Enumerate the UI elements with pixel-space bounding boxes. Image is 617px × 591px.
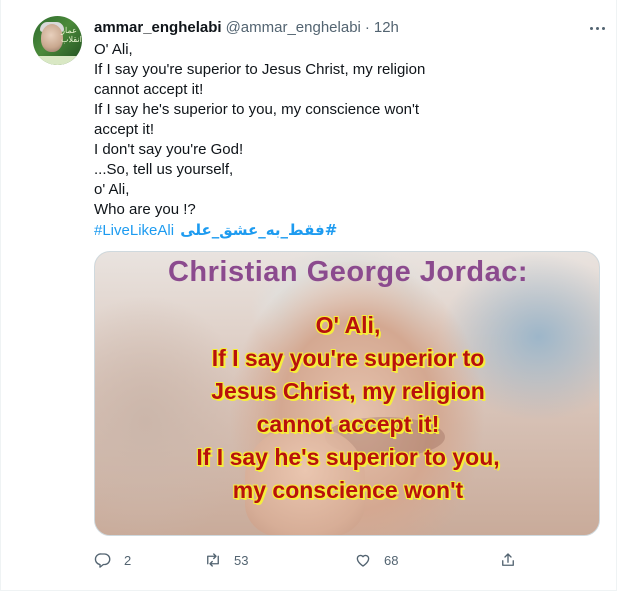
tweet-text: O' Ali, If I say you're superior to Jesu…	[94, 40, 434, 241]
image-title: Christian George Jordac:	[167, 256, 529, 288]
reply-count: 2	[124, 552, 132, 568]
tweet-line: I don't say you're God!	[94, 141, 244, 158]
image-quote-line: If I say he's superior to you,	[196, 444, 500, 470]
like-icon	[356, 554, 370, 567]
image-quote-line: my conscience won't	[232, 477, 464, 503]
image-quote-line: If I say you're superior to	[211, 345, 485, 371]
image-quote-line: Jesus Christ, my religion	[211, 378, 485, 404]
retweet-icon	[207, 553, 219, 567]
tweet-line: If I say you're superior to Jesus Christ…	[94, 61, 426, 78]
reply-icon	[94, 553, 111, 568]
tweet-line: o' Ali,	[94, 181, 130, 198]
tweet-line: If I say he's superior to you, my consci…	[94, 101, 420, 118]
more-icon[interactable]	[587, 18, 607, 38]
retweet-button[interactable]: 53	[204, 550, 248, 570]
share-icon	[502, 553, 514, 566]
tweet-line: cannot accept it!	[94, 81, 204, 98]
image-quote-line: cannot accept it!	[256, 411, 440, 437]
user-handle[interactable]: @ammar_enghelabi	[226, 19, 361, 36]
avatar-band	[33, 56, 82, 65]
action-bar: 2 53 68	[94, 546, 534, 574]
avatar-caption: عمار انقلاب	[61, 26, 82, 44]
avatar[interactable]: عمار انقلاب	[33, 16, 82, 65]
tweet-image[interactable]: Christian George Jordac: O' Ali, If I sa…	[94, 251, 600, 536]
display-name[interactable]: ammar_enghelabi	[94, 19, 222, 36]
reply-button[interactable]: 2	[94, 550, 131, 570]
retweet-count: 53	[234, 552, 249, 568]
tweet-line: accept it!	[94, 121, 155, 138]
image-quote: O' Ali, If I say you're superior to Jesu…	[95, 309, 599, 507]
avatar-face	[41, 24, 63, 52]
like-count: 68	[384, 552, 399, 568]
tweet-header: ammar_enghelabi @ammar_enghelabi · 12h	[94, 17, 399, 37]
image-quote-line: O' Ali,	[315, 312, 381, 338]
hashtag-persian[interactable]: #فقط_به_عشق_علی	[180, 221, 337, 239]
hashtag-line: #LiveLikeAli #فقط_به_عشق_علی	[94, 220, 434, 241]
tweet-line: Who are you !?	[94, 201, 196, 218]
tweet[interactable]: عمار انقلاب ammar_enghelabi @ammar_enghe…	[0, 0, 617, 591]
hashtag-livelikeali[interactable]: #LiveLikeAli	[94, 222, 174, 239]
tweet-line: O' Ali,	[94, 41, 133, 58]
like-button[interactable]: 68	[354, 550, 398, 570]
tweet-line: ...So, tell us yourself,	[94, 161, 234, 178]
timestamp[interactable]: 12h	[374, 19, 399, 36]
separator-dot: ·	[364, 18, 370, 36]
share-button[interactable]	[499, 550, 517, 570]
